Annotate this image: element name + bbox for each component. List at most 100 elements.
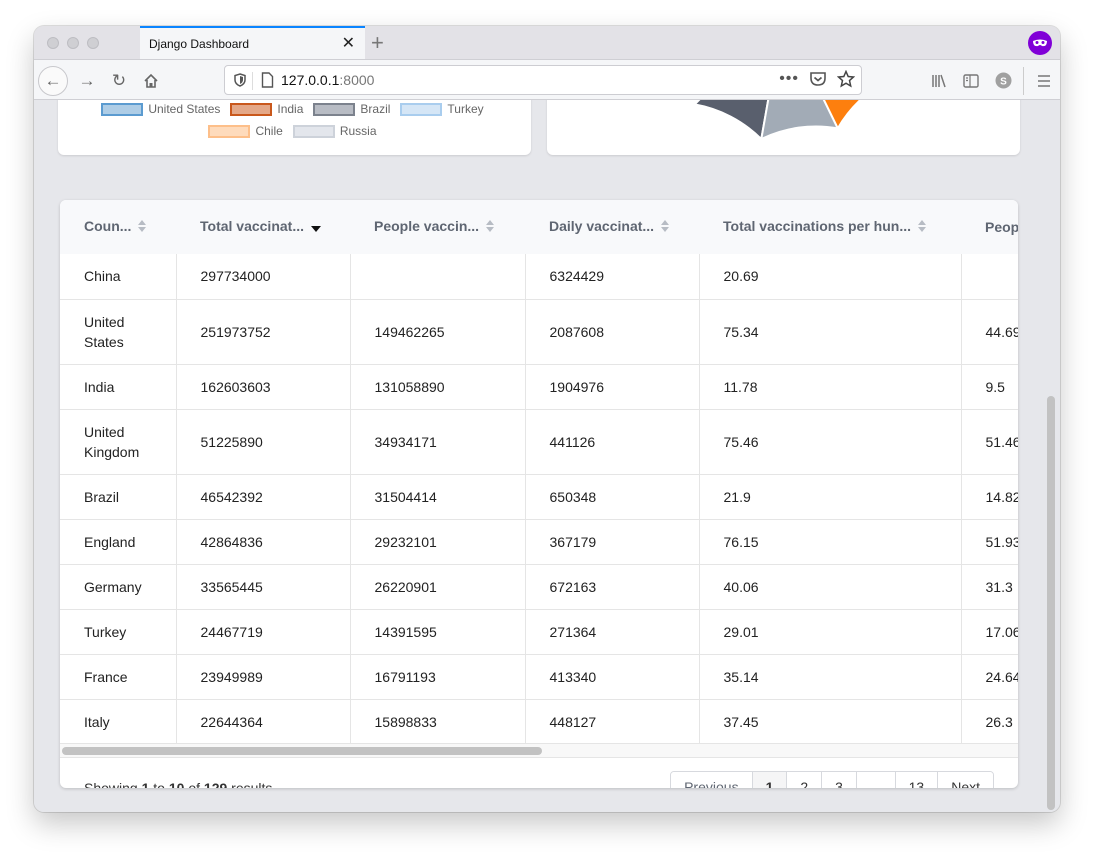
page-button[interactable]: 1 (752, 772, 788, 788)
star-icon[interactable] (837, 70, 855, 88)
column-header[interactable]: Total vaccinat... (176, 200, 350, 254)
results-from: 1 (141, 780, 150, 788)
legend-item[interactable]: Brazil (313, 102, 390, 116)
table-cell: 441126 (525, 409, 700, 475)
new-tab-button[interactable]: + (371, 30, 384, 56)
table-row[interactable]: Turkey 24467719 14391595 271364 29.01 17.06 (60, 609, 1018, 655)
close-tab-icon[interactable]: ✕ (342, 33, 355, 53)
back-button[interactable]: ← (38, 66, 68, 96)
tab-title: Django Dashboard (149, 36, 250, 51)
pagination-ellipsis: ... (856, 772, 896, 788)
horizontal-scrollbar[interactable] (60, 743, 1018, 757)
legend-swatch (313, 102, 356, 116)
table-row[interactable]: China 297734000 6324429 20.69 (60, 254, 1018, 300)
table-cell: England (60, 519, 177, 565)
column-header-label: Peop (985, 219, 1018, 235)
table-cell: 251973752 (176, 299, 351, 365)
table-row[interactable]: United Kingdom 51225890 34934171 441126 75.4… (60, 409, 1018, 475)
table-row[interactable]: Brazil 46542392 31504414 650348 21.9 14.82 (60, 474, 1018, 520)
vertical-scrollbar-thumb[interactable] (1047, 396, 1055, 810)
table-cell: 75.34 (699, 299, 962, 365)
table-cell: 24467719 (176, 609, 351, 655)
navigation-toolbar: ← → ↻ 127.0.0.1:8000 ••• S (34, 59, 1060, 100)
table-cell (350, 254, 526, 300)
hamburger-menu-icon[interactable] (1028, 74, 1060, 88)
table-row[interactable]: France 23949989 16791193 413340 35.14 24.64 (60, 654, 1018, 700)
home-button[interactable] (136, 66, 166, 96)
tab-django-dashboard[interactable]: Django Dashboard ✕ (140, 26, 365, 59)
page-button[interactable]: 2 (787, 772, 823, 788)
chart-legend-row-1: United States India Brazil Turkey (58, 102, 531, 116)
next-page-button[interactable]: Next (938, 772, 993, 788)
legend-item[interactable]: Russia (292, 124, 377, 138)
table-row[interactable]: United States 251973752 149462265 2087608 75… (60, 299, 1018, 365)
reload-icon: ↻ (111, 71, 127, 90)
table-cell: 24.64 (961, 654, 1018, 700)
table-cell: 29.01 (699, 609, 962, 655)
reload-button[interactable]: ↻ (104, 66, 134, 96)
sort-icon[interactable] (137, 219, 147, 236)
sort-icon[interactable] (660, 219, 670, 236)
pagination: Previous 1 2 3... 13 Next (670, 771, 994, 788)
column-header[interactable]: Total vaccinations per hun... (699, 200, 961, 254)
table-row[interactable]: Italy 22644364 15898833 448127 37.45 26.3 (60, 699, 1018, 743)
column-header[interactable]: Peop (961, 200, 1018, 254)
table-row[interactable]: Germany 33565445 26220901 672163 40.06 31.3 (60, 564, 1018, 610)
table-cell: India (60, 364, 177, 410)
table-cell: 40.06 (699, 564, 962, 610)
table-cell: 20.69 (699, 254, 962, 300)
address-bar[interactable]: 127.0.0.1:8000 ••• (224, 65, 862, 95)
table-row[interactable]: India 162603603 131058890 1904976 11.78 9.5 (60, 364, 1018, 410)
account-icon[interactable]: S (987, 72, 1019, 89)
column-header[interactable]: People vaccin... (350, 200, 525, 254)
table-cell: France (60, 654, 177, 700)
legend-swatch (292, 124, 335, 138)
results-total: 129 (203, 780, 228, 788)
page-icon[interactable] (261, 72, 274, 88)
legend-item[interactable]: United States (101, 102, 220, 116)
table-cell: 34934171 (350, 409, 526, 475)
sidebar-icon[interactable] (955, 73, 987, 88)
forward-button[interactable]: → (72, 66, 102, 96)
window-close-button[interactable] (47, 37, 59, 49)
page-button[interactable]: 13 (895, 772, 939, 788)
table-cell: 162603603 (176, 364, 351, 410)
table-scroll-area: Coun... Total vaccinat... People vaccin...… (60, 200, 1018, 743)
column-header[interactable]: Daily vaccinat... (525, 200, 699, 254)
tracking-shield-icon[interactable] (234, 73, 246, 87)
table-cell: 14.82 (961, 474, 1018, 520)
legend-item[interactable]: India (230, 102, 303, 116)
sort-icon[interactable] (917, 219, 927, 236)
column-header[interactable]: Coun... (60, 200, 176, 254)
sort-icon[interactable] (485, 219, 495, 236)
table-footer: Showing 1 to 10 of 129 results Previous … (60, 757, 1018, 788)
legend-item[interactable]: Chile (208, 124, 283, 138)
url-host: 127.0.0.1 (281, 72, 340, 88)
bar-chart-card: United States India Brazil Turkey Chile Russ… (58, 100, 531, 155)
library-icon[interactable] (923, 74, 955, 88)
legend-swatch (230, 102, 273, 116)
table-cell: 16791193 (350, 654, 526, 700)
horizontal-scrollbar-thumb[interactable] (62, 747, 542, 755)
tab-bar: Django Dashboard ✕ + (34, 26, 1060, 59)
window-minimize-button[interactable] (67, 37, 79, 49)
table-cell: 11.78 (699, 364, 962, 410)
results-suffix: results (231, 780, 273, 788)
window-maximize-button[interactable] (87, 37, 99, 49)
sort-descending-icon[interactable] (310, 220, 322, 236)
table-cell: Italy (60, 699, 177, 743)
table-cell: 1904976 (525, 364, 700, 410)
table-cell: 23949989 (176, 654, 351, 700)
previous-page-button[interactable]: Previous (671, 772, 753, 788)
table-cell: 22644364 (176, 699, 351, 743)
legend-item[interactable]: Turkey (400, 102, 484, 116)
pocket-icon[interactable] (809, 71, 827, 87)
table-row[interactable]: England 42864836 29232101 367179 76.15 51.93 (60, 519, 1018, 565)
table-cell: 17.06 (961, 609, 1018, 655)
column-header-label: Coun... (84, 218, 132, 235)
url-text[interactable]: 127.0.0.1:8000 (281, 72, 374, 88)
page-button[interactable]: 3 (822, 772, 857, 788)
toolbar-separator (1023, 66, 1024, 95)
ellipsis-icon[interactable]: ••• (779, 70, 799, 88)
arrow-left-icon: ← (44, 71, 62, 90)
